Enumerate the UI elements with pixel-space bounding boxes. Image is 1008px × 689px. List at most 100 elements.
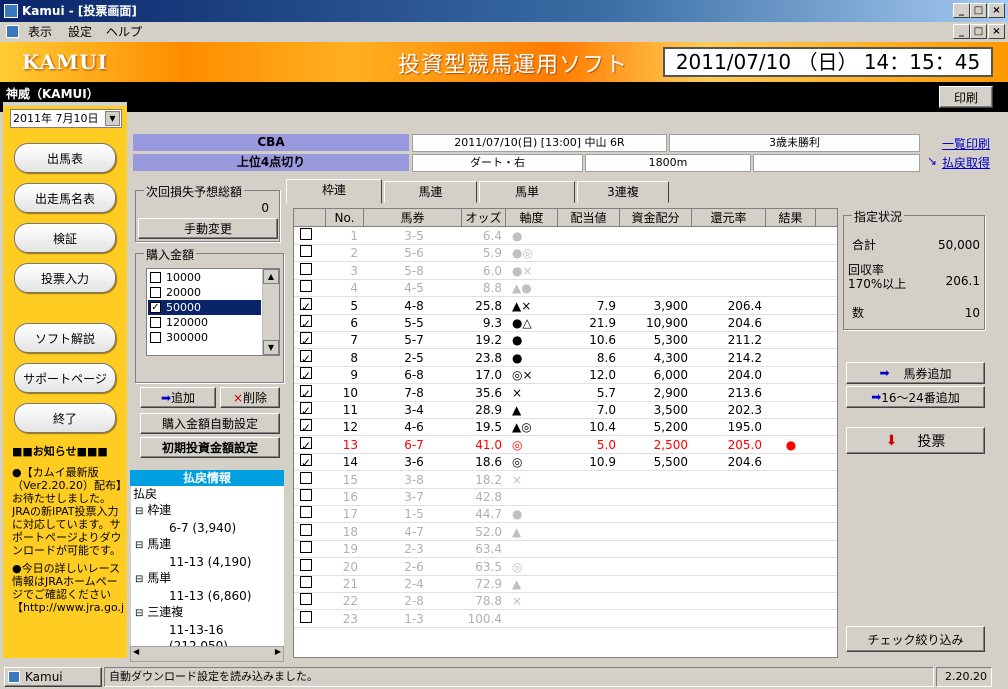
table-row[interactable]: 1 3-5 6.4 ●	[294, 228, 837, 245]
table-row[interactable]: ✓ 10 7-8 35.6 × 5.7 2,900 213.6	[294, 384, 837, 402]
row-checkbox[interactable]: ✓	[300, 402, 312, 418]
row-checkbox[interactable]	[300, 506, 312, 519]
list-print-link[interactable]: 一覧印刷	[942, 135, 990, 152]
tab-umaren[interactable]: 馬連	[384, 181, 477, 203]
table-row[interactable]: ✓ 14 3-6 18.6 ◎ 10.9 5,500 204.6	[294, 454, 837, 472]
nav-exit[interactable]: 終了	[14, 403, 116, 433]
check-filter-button[interactable]: チェック絞り込み	[846, 626, 985, 652]
chevron-down-icon[interactable]: ▼	[105, 111, 120, 126]
table-row[interactable]: ✓ 6 5-5 9.3 ●△ 21.9 10,900 204.6	[294, 315, 837, 332]
menu-help[interactable]: ヘルプ	[106, 22, 142, 42]
row-checkbox[interactable]	[300, 228, 312, 240]
refund-type[interactable]: ⊟ 三連複	[131, 604, 284, 622]
checkbox[interactable]	[150, 332, 161, 343]
row-checkbox[interactable]: ✓	[300, 384, 312, 401]
table-row[interactable]: 16 3-7 42.8	[294, 489, 837, 506]
table-row[interactable]: 22 2-8 78.8 ×	[294, 593, 837, 611]
row-checkbox[interactable]: ✓	[300, 419, 312, 435]
tab-umatan[interactable]: 馬単	[479, 181, 575, 203]
table-row[interactable]: 2 5-6 5.9 ●◎	[294, 245, 837, 263]
checkbox[interactable]: ✓	[150, 302, 161, 313]
row-checkbox[interactable]	[300, 610, 312, 623]
initial-invest-button[interactable]: 初期投資金額設定	[140, 437, 280, 458]
close-button[interactable]: ×	[988, 3, 1005, 18]
table-row[interactable]: 18 4-7 52.0 ▲	[294, 523, 837, 541]
row-checkbox[interactable]	[300, 280, 312, 293]
row-checkbox[interactable]	[300, 576, 312, 588]
manual-change-button[interactable]: 手動変更	[138, 218, 278, 239]
table-row[interactable]: 23 1-3 100.4	[294, 610, 837, 628]
table-row[interactable]: 19 2-3 63.4	[294, 541, 837, 559]
row-checkbox[interactable]	[300, 541, 312, 554]
table-row[interactable]: 20 2-6 63.5 ◎	[294, 558, 837, 576]
add-16-24-button[interactable]: ➡ 16〜24番追加	[846, 386, 985, 408]
amount-option[interactable]: ✓ 50000	[148, 300, 261, 315]
checkbox[interactable]	[150, 287, 161, 298]
maximize-button[interactable]: □	[970, 3, 987, 18]
add-amount-button[interactable]: ➡ 追加	[140, 387, 216, 408]
table-row[interactable]: 4 4-5 8.8 ▲●	[294, 280, 837, 298]
nav-vote-input[interactable]: 投票入力	[14, 263, 116, 293]
add-bet-button[interactable]: ➡ 馬券追加	[846, 362, 985, 384]
table-row[interactable]: ✓ 9 6-8 17.0 ◎× 12.0 6,000 204.0	[294, 367, 837, 385]
scroll-left-icon[interactable]: ◀	[133, 647, 139, 656]
h-scrollbar[interactable]: ◀ ▶	[130, 646, 284, 662]
refund-fetch-link[interactable]: 払戻取得	[942, 154, 990, 171]
child-close-button[interactable]: ×	[988, 24, 1005, 39]
amount-option[interactable]: 120000	[148, 315, 261, 330]
row-checkbox[interactable]	[300, 471, 312, 484]
row-checkbox[interactable]	[300, 489, 312, 501]
amount-option[interactable]: 10000	[148, 270, 261, 285]
child-minimize-button[interactable]: _	[953, 24, 970, 39]
refund-type[interactable]: ⊟ 馬連	[131, 536, 284, 554]
vote-button[interactable]: ⬇ 投票	[846, 427, 985, 454]
amount-option[interactable]: 300000	[148, 330, 261, 345]
table-row[interactable]: 15 3-8 18.2 ×	[294, 471, 837, 489]
table-row[interactable]: ✓ 13 6-7 41.0 ◎ 5.0 2,500 205.0 ●	[294, 436, 837, 454]
auto-amount-button[interactable]: 購入金額自動設定	[140, 413, 280, 434]
menu-view[interactable]: 表示	[28, 22, 52, 42]
checkbox[interactable]	[150, 272, 161, 283]
nav-support-page[interactable]: サポートページ	[14, 363, 116, 393]
row-checkbox[interactable]: ✓	[300, 332, 312, 348]
nav-verify[interactable]: 検証	[14, 223, 116, 253]
amount-option[interactable]: 20000	[148, 285, 261, 300]
refund-type[interactable]: ⊟ 枠連	[131, 502, 284, 520]
date-select[interactable]: 2011年 7月10日 ▼	[10, 109, 122, 128]
table-row[interactable]: ✓ 5 4-8 25.8 ▲× 7.9 3,900 206.4	[294, 297, 837, 315]
table-row[interactable]: ✓ 12 4-6 19.5 ▲◎ 10.4 5,200 195.0	[294, 419, 837, 437]
scrollbar[interactable]: ▲ ▼	[262, 269, 279, 355]
checkbox[interactable]	[150, 317, 161, 328]
scroll-down-icon[interactable]: ▼	[263, 340, 279, 355]
nav-runner-names[interactable]: 出走馬名表	[14, 183, 116, 213]
row-checkbox[interactable]: ✓	[300, 454, 312, 470]
tab-wakuren[interactable]: 枠連	[286, 179, 382, 204]
table-row[interactable]: ✓ 7 5-7 19.2 ● 10.6 5,300 211.2	[294, 332, 837, 350]
table-row[interactable]: 21 2-4 72.9 ▲	[294, 576, 837, 593]
row-checkbox[interactable]	[300, 245, 312, 258]
row-checkbox[interactable]: ✓	[300, 367, 312, 383]
refund-type[interactable]: ⊟ 馬単	[131, 570, 284, 588]
row-checkbox[interactable]: ✓	[300, 297, 312, 314]
nav-entries[interactable]: 出馬表	[14, 143, 116, 173]
row-checkbox[interactable]	[300, 558, 312, 571]
table-row[interactable]: 17 1-5 44.7 ●	[294, 506, 837, 524]
row-checkbox[interactable]: ✓	[300, 315, 312, 331]
row-checkbox[interactable]: ✓	[300, 436, 312, 453]
table-row[interactable]: 3 5-8 6.0 ●×	[294, 262, 837, 280]
row-checkbox[interactable]: ✓	[300, 349, 312, 366]
row-checkbox[interactable]	[300, 523, 312, 536]
row-checkbox[interactable]	[300, 262, 312, 275]
amount-list[interactable]: 10000 20000 ✓ 50000 120000 300000 ▲ ▼	[146, 268, 280, 356]
table-row[interactable]: ✓ 11 3-4 28.9 ▲ 7.0 3,500 202.3	[294, 402, 837, 419]
child-restore-button[interactable]: □	[970, 24, 987, 39]
tab-sanrenpuku[interactable]: 3連複	[577, 181, 669, 203]
scroll-right-icon[interactable]: ▶	[275, 647, 281, 656]
menu-settings[interactable]: 設定	[68, 22, 92, 42]
scroll-up-icon[interactable]: ▲	[263, 269, 279, 284]
minimize-button[interactable]: _	[953, 3, 970, 18]
table-row[interactable]: ✓ 8 2-5 23.8 ● 8.6 4,300 214.2	[294, 349, 837, 367]
nav-software-guide[interactable]: ソフト解説	[14, 323, 116, 353]
print-button[interactable]: 印刷	[939, 86, 993, 108]
row-checkbox[interactable]	[300, 593, 312, 606]
